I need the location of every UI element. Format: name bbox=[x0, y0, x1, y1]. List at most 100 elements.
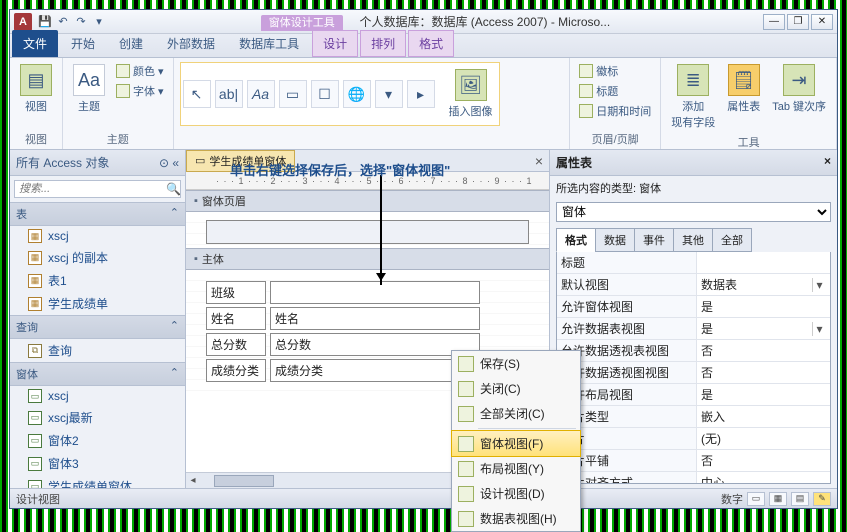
prop-row[interactable]: 默认视图数据表▾ bbox=[557, 274, 830, 296]
prop-row[interactable]: 允许数据透视图视图否 bbox=[557, 362, 830, 384]
prop-row[interactable]: 图片平铺否 bbox=[557, 450, 830, 472]
maximize-button[interactable]: ❐ bbox=[787, 14, 809, 30]
colors-button[interactable]: 颜色 ▾ bbox=[113, 62, 167, 80]
nav-form-item[interactable]: ▭窗体2 bbox=[10, 429, 185, 452]
view-datasheet-icon[interactable]: ▦ bbox=[769, 492, 787, 506]
scroll-thumb[interactable] bbox=[214, 475, 274, 487]
scroll-left-icon[interactable]: ◂ bbox=[186, 475, 200, 486]
minimize-button[interactable]: — bbox=[763, 14, 785, 30]
close-button[interactable]: ✕ bbox=[811, 14, 833, 30]
prop-value[interactable] bbox=[697, 252, 830, 273]
field-label[interactable]: 姓名 bbox=[206, 307, 266, 330]
prop-tab-all[interactable]: 全部 bbox=[712, 228, 752, 252]
prop-row[interactable]: 图片类型嵌入 bbox=[557, 406, 830, 428]
form-header-section[interactable]: 窗体页眉 bbox=[186, 190, 549, 212]
field-box[interactable] bbox=[270, 281, 480, 304]
prop-value[interactable]: 是 bbox=[697, 384, 830, 405]
themes-button[interactable]: Aa 主题 bbox=[69, 62, 109, 116]
prop-value[interactable]: 否 bbox=[697, 362, 830, 383]
view-layout-icon[interactable]: ▤ bbox=[791, 492, 809, 506]
add-fields-button[interactable]: ≣ 添加 现有字段 bbox=[667, 62, 719, 132]
controls-gallery[interactable]: ↖ ab| Aa ▭ ☐ 🌐 ▾ ▸ 🖼 插入图像 bbox=[180, 62, 500, 126]
textbox-tool-icon[interactable]: ab| bbox=[215, 80, 243, 108]
search-icon[interactable]: 🔍 bbox=[166, 181, 181, 197]
nav-form-item[interactable]: ▭学生成绩单窗体 bbox=[10, 475, 185, 488]
prop-tab-event[interactable]: 事件 bbox=[634, 228, 674, 252]
prop-selector-dropdown[interactable]: 窗体 bbox=[556, 202, 831, 222]
nav-form-item[interactable]: ▭xscj bbox=[10, 386, 185, 406]
nav-section-tables[interactable]: 表⌃ bbox=[10, 202, 185, 226]
prop-row[interactable]: 标题 bbox=[557, 252, 830, 274]
nav-table-item[interactable]: ▦xscj bbox=[10, 226, 185, 246]
prop-tab-format[interactable]: 格式 bbox=[556, 228, 596, 252]
view-design-icon[interactable]: ✎ bbox=[813, 492, 831, 506]
tab-tool-icon[interactable]: ☐ bbox=[311, 80, 339, 108]
qat-more-icon[interactable]: ▾ bbox=[90, 13, 108, 31]
qat-undo-icon[interactable]: ↶ bbox=[54, 13, 72, 31]
cm-layout-view[interactable]: 布局视图(Y) bbox=[452, 456, 580, 481]
tab-design[interactable]: 设计 bbox=[312, 30, 358, 57]
tab-format[interactable]: 格式 bbox=[408, 30, 454, 57]
qat-redo-icon[interactable]: ↷ bbox=[72, 13, 90, 31]
prop-row[interactable]: 允许布局视图是 bbox=[557, 384, 830, 406]
prop-tab-other[interactable]: 其他 bbox=[673, 228, 713, 252]
logo-button[interactable]: 徽标 bbox=[576, 62, 654, 80]
prop-row[interactable]: 允许窗体视图是 bbox=[557, 296, 830, 318]
prop-close-icon[interactable]: × bbox=[824, 154, 831, 171]
prop-row[interactable]: 图片对齐方式中心 bbox=[557, 472, 830, 484]
prop-value[interactable]: 嵌入 bbox=[697, 406, 830, 427]
field-box[interactable]: 姓名 bbox=[270, 307, 480, 330]
nav-section-forms[interactable]: 窗体⌃ bbox=[10, 362, 185, 386]
form-detail-section[interactable]: 主体 bbox=[186, 248, 549, 270]
label-tool-icon[interactable]: Aa bbox=[247, 80, 275, 108]
prop-value[interactable]: 是 bbox=[697, 296, 830, 317]
combo-tool-icon[interactable]: ▾ bbox=[375, 80, 403, 108]
datetime-button[interactable]: 日期和时间 bbox=[576, 102, 654, 120]
tab-home[interactable]: 开始 bbox=[60, 30, 106, 57]
tab-dbtools[interactable]: 数据库工具 bbox=[228, 30, 310, 57]
dropdown-icon[interactable]: ▾ bbox=[812, 322, 826, 336]
prop-value[interactable]: 中心 bbox=[697, 472, 830, 484]
prop-value[interactable]: 数据表▾ bbox=[697, 274, 830, 295]
document-tab[interactable]: ▭ 学生成绩单窗体 bbox=[186, 150, 295, 172]
field-label[interactable]: 总分数 bbox=[206, 333, 266, 356]
tab-arrange[interactable]: 排列 bbox=[360, 30, 406, 57]
prop-row[interactable]: 允许数据透视表视图否 bbox=[557, 340, 830, 362]
tab-create[interactable]: 创建 bbox=[108, 30, 154, 57]
nav-table-item[interactable]: ▦表1 bbox=[10, 269, 185, 292]
view-form-icon[interactable]: ▭ bbox=[747, 492, 765, 506]
insert-image-button[interactable]: 🖼 插入图像 bbox=[445, 67, 497, 121]
nav-table-item[interactable]: ▦xscj 的副本 bbox=[10, 246, 185, 269]
cm-close-all[interactable]: 全部关闭(C) bbox=[452, 401, 580, 426]
qat-save-icon[interactable]: 💾 bbox=[36, 13, 54, 31]
document-close-icon[interactable]: × bbox=[529, 153, 549, 169]
fonts-button[interactable]: 字体 ▾ bbox=[113, 82, 167, 100]
title-button[interactable]: 标题 bbox=[576, 82, 654, 100]
header-band[interactable] bbox=[206, 220, 529, 244]
select-tool-icon[interactable]: ↖ bbox=[183, 80, 211, 108]
property-sheet-button[interactable]: 🗒 属性表 bbox=[723, 62, 764, 116]
cm-save[interactable]: 保存(S) bbox=[452, 351, 580, 376]
cm-form-view[interactable]: 窗体视图(F) bbox=[451, 430, 581, 457]
prop-row[interactable]: 允许数据表视图是▾ bbox=[557, 318, 830, 340]
tab-file[interactable]: 文件 bbox=[12, 30, 58, 57]
views-button[interactable]: ▤ 视图 bbox=[16, 62, 56, 116]
field-box[interactable]: 总分数 bbox=[270, 333, 480, 356]
tab-external[interactable]: 外部数据 bbox=[156, 30, 226, 57]
field-label[interactable]: 班级 bbox=[206, 281, 266, 304]
nav-form-item[interactable]: ▭窗体3 bbox=[10, 452, 185, 475]
nav-section-queries[interactable]: 查询⌃ bbox=[10, 315, 185, 339]
prop-tab-data[interactable]: 数据 bbox=[595, 228, 635, 252]
cm-design-view[interactable]: 设计视图(D) bbox=[452, 481, 580, 506]
field-label[interactable]: 成绩分类 bbox=[206, 359, 266, 382]
cm-close[interactable]: 关闭(C) bbox=[452, 376, 580, 401]
field-box[interactable]: 成绩分类 bbox=[270, 359, 480, 382]
nav-form-item[interactable]: ▭xscj最新 bbox=[10, 406, 185, 429]
prop-value[interactable]: (无) bbox=[697, 428, 830, 449]
prop-value[interactable]: 是▾ bbox=[697, 318, 830, 339]
nav-collapse-icon[interactable]: ⊙ « bbox=[159, 156, 179, 170]
prop-value[interactable]: 否 bbox=[697, 340, 830, 361]
button-tool-icon[interactable]: ▭ bbox=[279, 80, 307, 108]
nav-header[interactable]: 所有 Access 对象 ⊙ « bbox=[10, 150, 185, 176]
nav-query-item[interactable]: ⧉查询 bbox=[10, 339, 185, 362]
